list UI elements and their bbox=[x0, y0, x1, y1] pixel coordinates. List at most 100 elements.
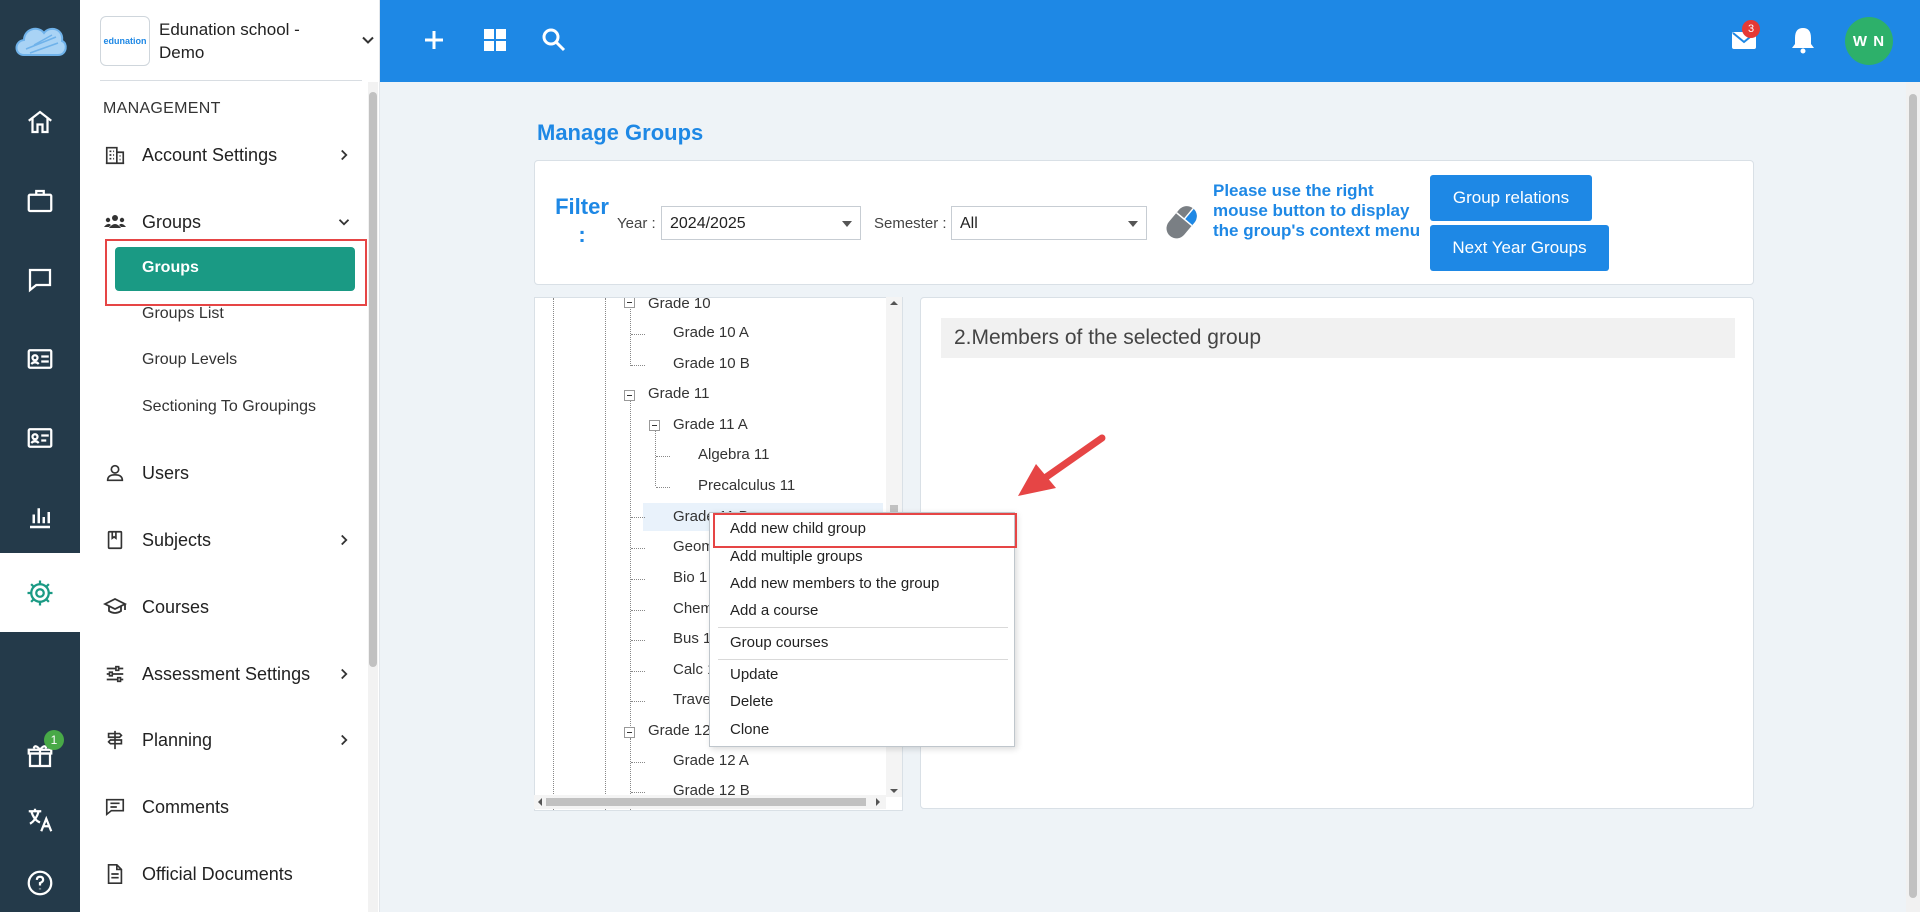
menu-item-subjects[interactable]: Subjects bbox=[80, 520, 370, 560]
collapse-toggle[interactable] bbox=[649, 420, 660, 431]
tree-connector bbox=[631, 792, 645, 793]
sub-item-sectioning[interactable]: Sectioning To Groupings bbox=[142, 398, 316, 416]
tree-node[interactable]: Geom bbox=[673, 538, 714, 555]
group-relations-button[interactable]: Group relations bbox=[1430, 175, 1592, 221]
members-panel: 2.Members of the selected group bbox=[920, 297, 1754, 809]
chevron-right-icon bbox=[341, 149, 348, 161]
top-bar: 3 W N bbox=[380, 0, 1920, 82]
sub-item-group-levels[interactable]: Group Levels bbox=[142, 351, 237, 369]
sub-item-groups[interactable]: Groups bbox=[115, 247, 355, 291]
bell-icon[interactable] bbox=[1787, 24, 1819, 56]
chat-icon[interactable] bbox=[0, 240, 80, 319]
avatar[interactable]: W N bbox=[1845, 17, 1893, 65]
next-year-groups-button[interactable]: Next Year Groups bbox=[1430, 225, 1609, 271]
menu-item-account-settings[interactable]: Account Settings bbox=[80, 135, 370, 175]
highlight-box bbox=[713, 513, 1017, 548]
gear-icon[interactable] bbox=[0, 553, 80, 632]
tree-node[interactable]: Grade 11 A bbox=[673, 416, 748, 433]
ctx-item-clone[interactable]: Clone bbox=[730, 721, 769, 738]
tree-node[interactable]: Grade 10 A bbox=[673, 324, 749, 341]
tree-node[interactable]: Precalculus 11 bbox=[698, 477, 795, 494]
building-icon bbox=[102, 142, 128, 168]
menu-item-planning[interactable]: Planning bbox=[80, 720, 370, 760]
context-menu-hint: Please use the right mouse button to dis… bbox=[1213, 181, 1421, 240]
ctx-item-add-multiple-groups[interactable]: Add multiple groups bbox=[730, 548, 863, 565]
home-icon[interactable] bbox=[0, 82, 80, 161]
tree-node[interactable]: Bio 1 bbox=[673, 569, 707, 586]
mouse-icon bbox=[1166, 206, 1197, 239]
chevron-down-icon[interactable] bbox=[358, 30, 378, 50]
menu-item-assessment-settings[interactable]: Assessment Settings bbox=[80, 654, 370, 694]
scrollbar-thumb[interactable] bbox=[369, 92, 377, 667]
search-icon[interactable] bbox=[538, 24, 570, 56]
menu-item-groups[interactable]: Groups bbox=[80, 202, 370, 242]
scrollbar-thumb[interactable] bbox=[1909, 94, 1917, 898]
groups-icon bbox=[102, 209, 128, 235]
grid-icon[interactable] bbox=[479, 24, 511, 56]
collapse-toggle[interactable] bbox=[624, 727, 635, 738]
ctx-item-update[interactable]: Update bbox=[730, 666, 778, 683]
tree-node[interactable]: Trave bbox=[673, 691, 711, 708]
id-card-icon[interactable] bbox=[0, 319, 80, 398]
ctx-item-group-courses[interactable]: Group courses bbox=[730, 634, 828, 651]
scrollbar-thumb[interactable] bbox=[546, 798, 866, 806]
year-select[interactable]: 2024/2025 bbox=[661, 206, 861, 240]
ctx-item-add-members[interactable]: Add new members to the group bbox=[730, 575, 939, 592]
filter-label: Filter : bbox=[555, 194, 609, 247]
user-icon bbox=[102, 460, 128, 486]
scroll-right-icon[interactable] bbox=[874, 798, 882, 806]
chevron-down-icon bbox=[338, 219, 350, 226]
ctx-item-add-course[interactable]: Add a course bbox=[730, 602, 818, 619]
book-icon bbox=[102, 527, 128, 553]
main-scrollbar[interactable] bbox=[1906, 82, 1920, 912]
plus-icon[interactable] bbox=[418, 24, 450, 56]
sub-item-label: Groups bbox=[142, 259, 199, 276]
menu-item-comments[interactable]: Comments bbox=[80, 787, 370, 827]
tree-node[interactable]: Bus 1 bbox=[673, 630, 711, 647]
tree-node[interactable]: Algebra 11 bbox=[698, 446, 769, 463]
tree-node[interactable]: Chem bbox=[673, 600, 713, 617]
menu-item-users[interactable]: Users bbox=[80, 453, 370, 493]
side-menu: edunation Edunation school - Demo MANAGE… bbox=[80, 0, 380, 912]
scroll-left-icon[interactable] bbox=[536, 798, 544, 806]
semester-select[interactable]: All bbox=[951, 206, 1147, 240]
collapse-toggle[interactable] bbox=[624, 390, 635, 401]
menu-item-official-documents[interactable]: Official Documents bbox=[80, 854, 370, 894]
chevron-right-icon bbox=[341, 668, 348, 680]
tree-connector bbox=[631, 671, 645, 672]
ctx-separator bbox=[718, 627, 1008, 628]
tree-guide-line bbox=[553, 298, 554, 810]
tree-connector bbox=[631, 517, 645, 518]
menu-item-label: Groups bbox=[142, 211, 202, 232]
tree-connector bbox=[631, 579, 645, 580]
page-title: Manage Groups bbox=[537, 120, 704, 145]
tree-horizontal-scrollbar[interactable] bbox=[534, 795, 886, 809]
scroll-down-icon[interactable] bbox=[890, 787, 898, 795]
side-menu-scrollbar[interactable] bbox=[368, 82, 378, 912]
menu-divider bbox=[100, 80, 362, 81]
ctx-item-delete[interactable]: Delete bbox=[730, 693, 773, 710]
help-icon[interactable] bbox=[0, 843, 80, 912]
dropdown-caret-icon bbox=[1128, 221, 1138, 227]
scroll-up-icon[interactable] bbox=[890, 299, 898, 307]
dropdown-caret-icon bbox=[842, 221, 852, 227]
sub-item-groups-list[interactable]: Groups List bbox=[142, 305, 224, 323]
tree-node[interactable]: Grade 12 bbox=[648, 722, 711, 739]
tree-node[interactable]: Grade 12 A bbox=[673, 752, 749, 769]
bar-chart-icon[interactable] bbox=[0, 477, 80, 556]
tree-connector bbox=[631, 548, 645, 549]
signpost-icon bbox=[102, 727, 128, 753]
profile-card-icon[interactable] bbox=[0, 398, 80, 477]
tree-connector bbox=[631, 365, 645, 366]
tree-node[interactable]: Grade 10 B bbox=[673, 355, 750, 372]
menu-item-label: Courses bbox=[142, 596, 210, 617]
collapse-toggle[interactable] bbox=[624, 298, 635, 308]
briefcase-icon[interactable] bbox=[0, 161, 80, 240]
gift-badge: 1 bbox=[44, 730, 64, 750]
tree-node[interactable]: Grade 10 bbox=[648, 298, 711, 312]
menu-item-label: Planning bbox=[142, 729, 213, 750]
menu-item-courses[interactable]: Courses bbox=[80, 587, 370, 627]
app-logo-icon[interactable] bbox=[0, 0, 80, 82]
tree-node[interactable]: Grade 11 bbox=[648, 385, 709, 402]
chevron-right-icon bbox=[341, 734, 348, 746]
